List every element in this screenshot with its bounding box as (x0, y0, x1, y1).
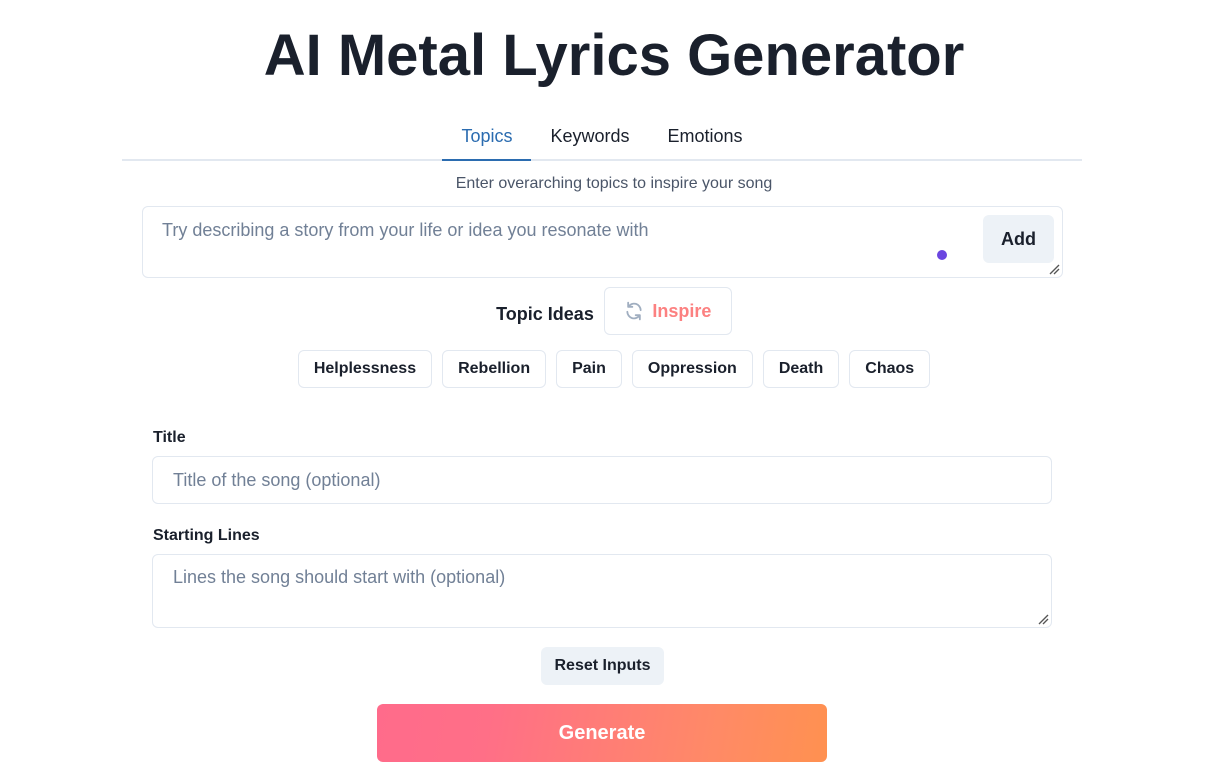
resize-handle-icon[interactable] (1048, 263, 1060, 275)
topic-ideas-label: Topic Ideas (496, 303, 594, 324)
topic-ideas-row: Topic Ideas Inspire (0, 287, 1228, 335)
topics-instruction: Enter overarching topics to inspire your… (455, 175, 773, 192)
cursor-dot-icon (937, 250, 947, 260)
add-topic-button[interactable]: Add (983, 215, 1054, 263)
topic-idea-chip[interactable]: Pain (556, 350, 622, 388)
topic-idea-chip[interactable]: Death (762, 350, 840, 388)
topic-idea-chip[interactable]: Rebellion (442, 350, 547, 388)
title-label: Title (153, 429, 186, 446)
starting-lines-label: Starting Lines (153, 527, 260, 544)
reset-inputs-button[interactable]: Reset Inputs (541, 647, 664, 685)
tab-emotions[interactable]: Emotions (649, 114, 762, 161)
generate-button[interactable]: Generate (377, 704, 827, 762)
topic-input-container: Add (142, 206, 1063, 278)
topic-idea-chip[interactable]: Oppression (631, 350, 753, 388)
page-title: AI Metal Lyrics Generator (263, 23, 965, 88)
tab-bar: Topics Keywords Emotions (122, 114, 1082, 161)
inspire-button[interactable]: Inspire (603, 287, 732, 335)
resize-handle-icon[interactable] (1037, 613, 1049, 625)
tab-topics[interactable]: Topics (442, 114, 532, 161)
title-input[interactable] (152, 456, 1052, 504)
topic-input[interactable] (143, 207, 1062, 277)
starting-lines-container (152, 554, 1052, 628)
topic-ideas-list: Helplessness Rebellion Pain Oppression D… (0, 350, 1228, 388)
refresh-icon (626, 301, 642, 321)
inspire-label: Inspire (652, 300, 712, 321)
tab-keywords[interactable]: Keywords (531, 114, 648, 161)
topic-idea-chip[interactable]: Chaos (849, 350, 931, 388)
starting-lines-input[interactable] (153, 555, 1051, 627)
topic-idea-chip[interactable]: Helplessness (297, 350, 433, 388)
